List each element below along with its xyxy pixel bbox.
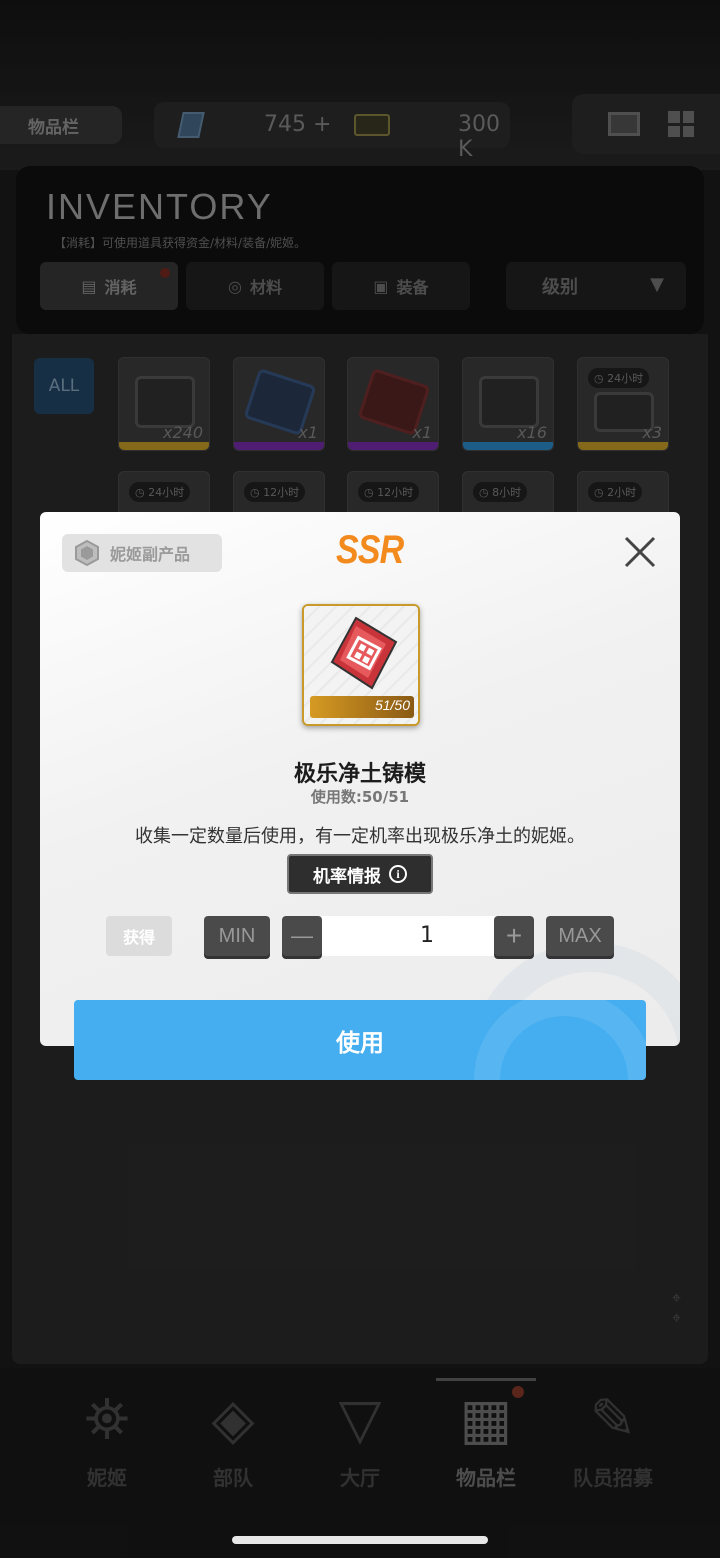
info-icon: i: [389, 865, 407, 883]
minus-button[interactable]: —: [282, 916, 322, 956]
probability-info-button[interactable]: 机率情报 i: [287, 854, 433, 894]
home-indicator[interactable]: [232, 1536, 488, 1544]
item-progress-text: 51/50: [374, 697, 410, 713]
item-usage-count: 使用数:50/51: [310, 788, 410, 806]
category-badge: 妮姬副产品: [62, 534, 222, 572]
rarity-label: SSR: [335, 528, 404, 572]
min-button[interactable]: MIN: [204, 916, 270, 956]
item-description: 收集一定数量后使用，有一定机率出现极乐净土的妮姬。: [135, 826, 585, 847]
hexagon-icon: [75, 540, 99, 566]
obtain-button[interactable]: 获得: [106, 916, 172, 956]
mold-crystal-icon: [330, 616, 398, 690]
button-decoration: [474, 1000, 646, 1080]
plus-button[interactable]: +: [494, 916, 534, 956]
close-icon[interactable]: [620, 532, 660, 572]
max-button[interactable]: MAX: [546, 916, 614, 956]
item-name: 极乐净土铸模: [293, 762, 426, 787]
probability-info-label: 机率情报: [313, 866, 381, 887]
category-label: 妮姬副产品: [110, 545, 191, 564]
use-button[interactable]: 使用: [74, 1000, 646, 1080]
item-progress-bar: 51/50: [310, 696, 414, 718]
item-detail-modal: 妮姬副产品 SSR 51/50 极乐净土铸模 使用数:50/51 收集一定数量后…: [40, 512, 680, 1046]
item-card: 51/50: [302, 604, 420, 726]
use-button-label: 使用: [336, 1028, 384, 1057]
